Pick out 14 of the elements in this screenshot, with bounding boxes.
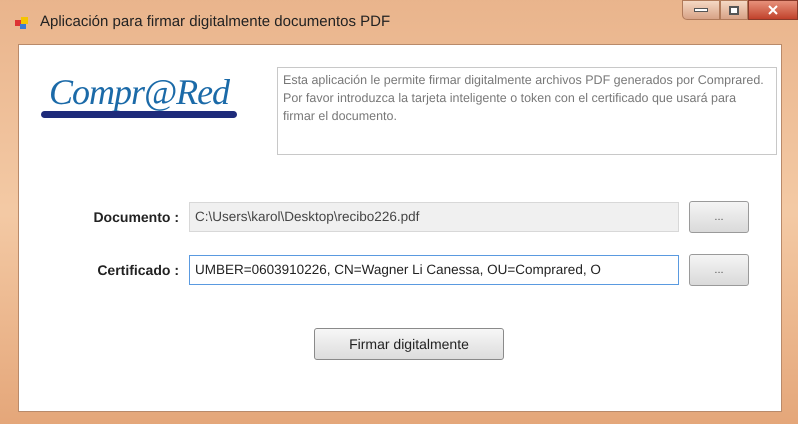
info-text: Por favor introduzca la tarjeta inteligente o token con el certificado que usará para firmar el documento. [283,90,738,125]
maximize-button[interactable] [720,0,748,20]
field-label: Documento : [92,208,180,226]
browse-button[interactable]: ... [689,254,749,286]
text-field[interactable]: UMBER=0603910226, CN=Wagner Li Canessa, OU=Comprared, O [189,255,679,285]
logo: Compr@Red [41,73,237,155]
window-title: Aplicación para firmar digitalmente documentos PDF [40,12,390,32]
sign-button[interactable]: Firmar digitalmente [314,328,504,360]
field-label: Certificado : [96,260,180,280]
close-button[interactable] [748,0,798,20]
info-text: Esta aplicación le permite firmar digitalmente archivos PDF generados por Comprared. [283,72,765,89]
minimize-button[interactable] [682,0,720,20]
app-icon [14,14,30,30]
close-icon [768,5,778,15]
